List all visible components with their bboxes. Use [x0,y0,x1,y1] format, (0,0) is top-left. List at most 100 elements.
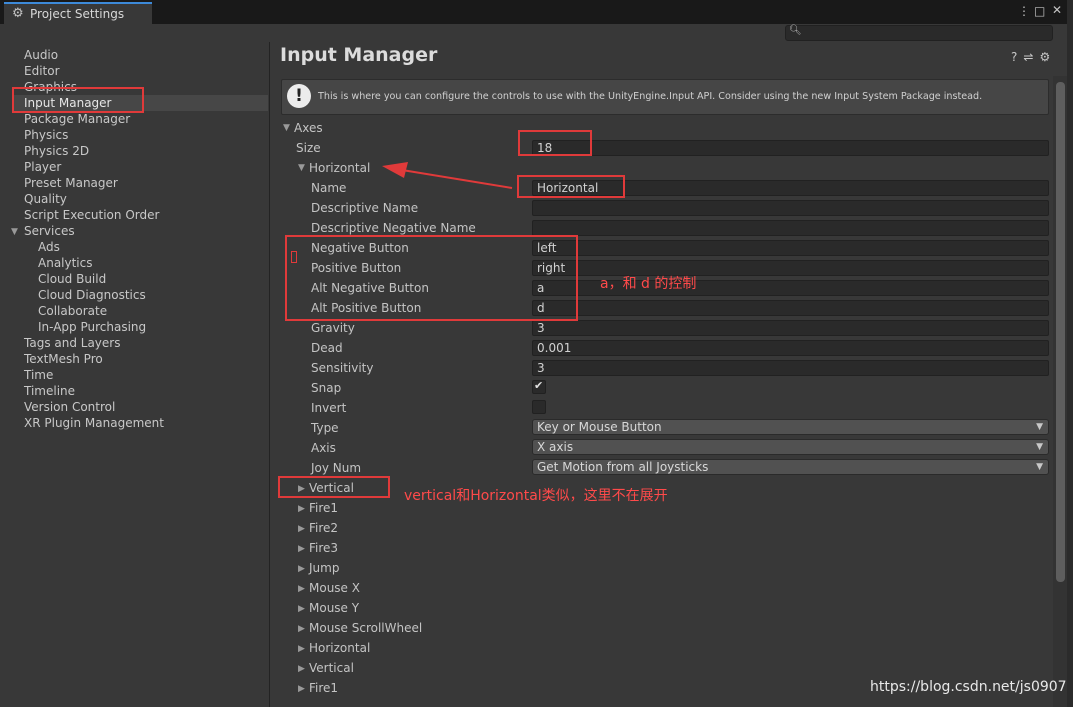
window-edge [1067,0,1073,707]
size-label: Size [296,141,321,155]
info-help-box: ! This is where you can configure the co… [281,79,1049,115]
sidebar-item-player[interactable]: Player [24,159,61,175]
axis-item-fire1-2[interactable]: Fire1 [309,680,338,696]
watermark: https://blog.csdn.net/js0907 [870,679,1067,695]
sensitivity-label: Sensitivity [311,361,374,375]
axis-dropdown[interactable]: X axis ▼ [532,439,1049,455]
search-input[interactable]: 🔍︎ [785,25,1053,41]
sidebar-item-textmesh-pro[interactable]: TextMesh Pro [24,351,103,367]
axes-label[interactable]: Axes [294,120,323,136]
sidebar-item-preset-manager[interactable]: Preset Manager [24,175,118,191]
horizontal-collapse-triangle-icon[interactable]: ▼ [298,163,305,173]
annotation-box-input-manager [12,87,144,113]
expand-triangle-icon[interactable]: ▼ [11,227,18,237]
page-title: Input Manager [280,44,438,66]
window-tab-bar [0,0,1073,24]
dead-value: 0.001 [537,341,572,355]
invert-label: Invert [311,401,347,415]
dead-field[interactable]: 0.001 [532,340,1049,356]
expand-triangle-icon[interactable]: ▶ [298,644,305,654]
scrollbar-thumb[interactable] [1056,82,1065,582]
info-text: This is where you can configure the cont… [318,91,983,102]
settings-gear-icon[interactable]: ⚙ [1039,50,1056,64]
sidebar-item-audio[interactable]: Audio [24,47,58,63]
sidebar-item-cloud-build[interactable]: Cloud Build [38,271,106,287]
axis-item-fire3[interactable]: Fire3 [309,540,338,556]
axis-item-fire1[interactable]: Fire1 [309,500,338,516]
gravity-field[interactable]: 3 [532,320,1049,336]
expand-triangle-icon[interactable]: ▶ [298,524,305,534]
expand-triangle-icon[interactable]: ▶ [298,664,305,674]
maximize-icon[interactable]: □ [1034,4,1045,18]
sensitivity-field[interactable]: 3 [532,360,1049,376]
sidebar-item-script-execution-order[interactable]: Script Execution Order [24,207,159,223]
checkmark-icon: ✔ [534,379,544,392]
horizontal-axis-header[interactable]: Horizontal [309,160,370,176]
sidebar-item-quality[interactable]: Quality [24,191,67,207]
annotation-cursor-mark [291,251,297,263]
dropdown-arrow-icon: ▼ [1036,442,1043,452]
more-options-icon[interactable]: ⋮ [1018,4,1030,18]
expand-triangle-icon[interactable]: ▶ [298,504,305,514]
descriptive-negative-name-label: Descriptive Negative Name [311,221,476,235]
sidebar-item-version-control[interactable]: Version Control [24,399,115,415]
name-label: Name [311,181,347,195]
tab-project-settings[interactable]: ⚙ Project Settings [4,2,152,24]
axes-collapse-triangle-icon[interactable]: ▼ [283,123,290,133]
axis-item-jump[interactable]: Jump [309,560,339,576]
expand-triangle-icon[interactable]: ▶ [298,564,305,574]
dropdown-arrow-icon: ▼ [1036,462,1043,472]
sidebar-item-tags-and-layers[interactable]: Tags and Layers [24,335,120,351]
sidebar-item-physics[interactable]: Physics [24,127,68,143]
expand-triangle-icon[interactable]: ▶ [298,684,305,694]
sidebar-item-ads[interactable]: Ads [38,239,60,255]
sidebar-item-time[interactable]: Time [24,367,53,383]
axis-item-vertical-2[interactable]: Vertical [309,660,354,676]
gear-icon: ⚙ [12,6,24,21]
annotation-vertical-note: vertical和Horizontal类似，这里不在展开 [404,488,668,504]
invert-checkbox[interactable] [532,400,546,414]
sidebar-item-analytics[interactable]: Analytics [38,255,93,271]
axis-item-mouse-x[interactable]: Mouse X [309,580,360,596]
axis-value: X axis [537,440,574,454]
sidebar-item-physics-2d[interactable]: Physics 2D [24,143,89,159]
sidebar-item-services[interactable]: Services [24,223,75,239]
expand-triangle-icon[interactable]: ▶ [298,584,305,594]
sidebar-item-editor[interactable]: Editor [24,63,60,79]
sidebar-item-cloud-diagnostics[interactable]: Cloud Diagnostics [38,287,146,303]
expand-triangle-icon[interactable]: ▶ [298,544,305,554]
annotation-arrow-line [401,169,513,189]
sidebar-item-xr-plugin-management[interactable]: XR Plugin Management [24,415,164,431]
search-icon: 🔍︎ [789,25,802,36]
size-field[interactable]: 18 [532,140,1049,156]
joy-num-dropdown[interactable]: Get Motion from all Joysticks ▼ [532,459,1049,475]
preset-icon[interactable]: ⇌ [1023,50,1039,64]
expand-triangle-icon[interactable]: ▶ [298,624,305,634]
axis-item-mouse-scrollwheel[interactable]: Mouse ScrollWheel [309,620,422,636]
sidebar-item-package-manager[interactable]: Package Manager [24,111,130,127]
descriptive-name-field[interactable] [532,200,1049,216]
type-value: Key or Mouse Button [537,420,662,434]
axis-item-horizontal-2[interactable]: Horizontal [309,640,370,656]
sidebar-item-timeline[interactable]: Timeline [24,383,75,399]
negative-button-field[interactable]: left [532,240,1049,256]
gravity-value: 3 [537,321,545,335]
annotation-arrow-head [382,162,408,178]
annotation-arrow [382,162,513,189]
close-icon[interactable]: ✕ [1052,3,1062,17]
axis-item-mouse-y[interactable]: Mouse Y [309,600,359,616]
type-dropdown[interactable]: Key or Mouse Button ▼ [532,419,1049,435]
sidebar-item-collaborate[interactable]: Collaborate [38,303,107,319]
sensitivity-value: 3 [537,361,545,375]
sidebar-item-in-app-purchasing[interactable]: In-App Purchasing [38,319,146,335]
descriptive-negative-name-field[interactable] [532,220,1049,236]
snap-checkbox[interactable]: ✔ [532,379,546,394]
expand-triangle-icon[interactable]: ▶ [298,604,305,614]
snap-label: Snap [311,381,342,395]
alt-positive-button-field[interactable]: d [532,300,1049,316]
joy-num-value: Get Motion from all Joysticks [537,460,709,474]
help-icon[interactable]: ? [1011,50,1023,64]
axis-item-fire2[interactable]: Fire2 [309,520,338,536]
annotation-box-buttons [285,235,578,321]
axis-label: Axis [311,441,336,455]
